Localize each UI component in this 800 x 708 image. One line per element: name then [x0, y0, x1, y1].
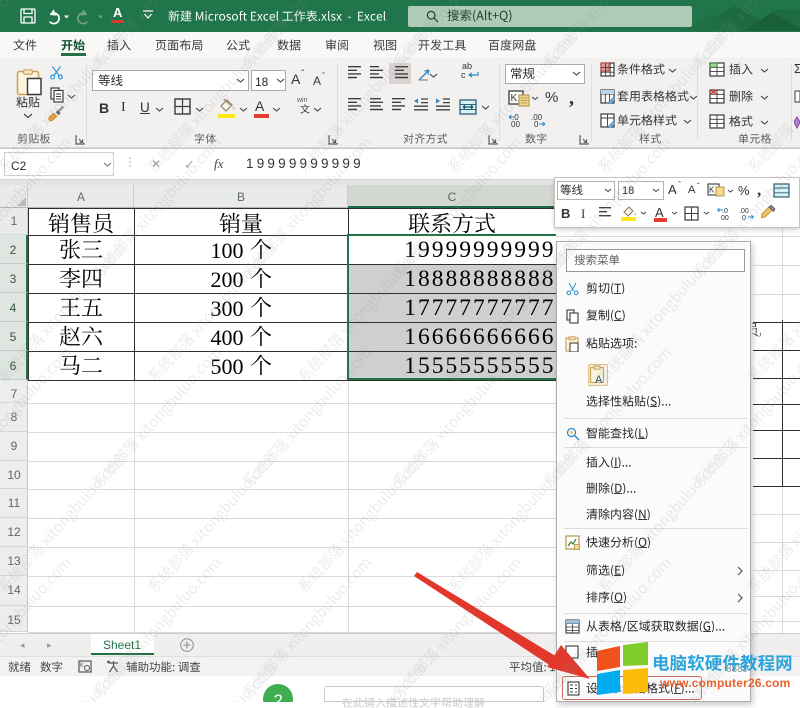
- svg-text:K: K: [511, 93, 518, 104]
- svg-text:2: 2: [274, 691, 283, 702]
- svg-text:A: A: [595, 374, 603, 386]
- svg-text:K: K: [80, 663, 84, 669]
- svg-text:00: 00: [721, 215, 729, 221]
- svg-text:.00: .00: [739, 208, 749, 215]
- svg-text:0: 0: [534, 120, 539, 128]
- svg-text:.0: .0: [722, 208, 728, 215]
- svg-text:00: 00: [511, 120, 520, 128]
- svg-text:K: K: [709, 186, 715, 195]
- svg-text:0: 0: [742, 215, 746, 221]
